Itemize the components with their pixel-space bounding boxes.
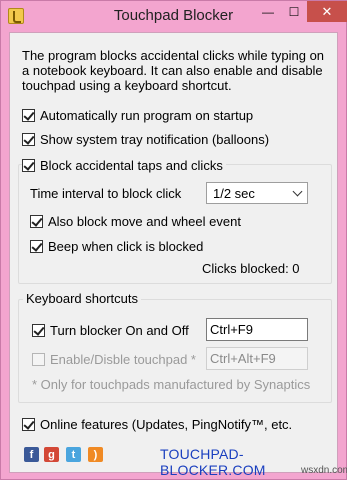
turn-blocker-option[interactable]: Turn blocker On and Off [32,323,189,338]
auto-run-label: Automatically run program on startup [40,108,254,123]
block-taps-label: Block accidental taps and clicks [40,158,223,173]
rss-icon[interactable]: ) [88,447,103,462]
close-button[interactable]: ✕ [307,1,347,22]
turn-blocker-hotkey-field[interactable]: Ctrl+F9 [206,318,308,341]
enable-touchpad-hotkey-field[interactable]: Ctrl+Alt+F9 [206,347,308,370]
minimize-button[interactable]: — [255,1,281,22]
enable-touchpad-option[interactable]: Enable/Disble touchpad * [32,352,196,367]
online-features-option[interactable]: Online features (Updates, PingNotify™, e… [22,417,334,432]
twitter-icon[interactable]: t [66,447,81,462]
time-interval-select[interactable]: 1/2 sec [206,182,308,204]
facebook-icon[interactable]: f [24,447,39,462]
time-interval-value: 1/2 sec [213,185,255,201]
block-move-wheel-label: Also block move and wheel event [48,214,241,229]
tray-notification-label: Show system tray notification (balloons) [40,132,270,147]
turn-blocker-label: Turn blocker On and Off [50,323,189,338]
description-text: The program blocks accidental clicks whi… [22,48,325,93]
block-taps-checkbox[interactable] [22,159,35,172]
online-features-checkbox[interactable] [22,418,35,431]
online-features-label: Online features (Updates, PingNotify™, e… [40,417,293,432]
turn-blocker-hotkey: Ctrl+F9 [210,322,253,337]
auto-run-checkbox[interactable] [22,109,35,122]
touchpad-blocker-window: Touchpad Blocker — ☐ ✕ The program block… [0,0,347,480]
maximize-button[interactable]: ☐ [281,1,307,22]
enable-touchpad-label: Enable/Disble touchpad * [50,352,196,367]
time-interval-label: Time interval to block click [30,186,181,201]
synaptics-note: * Only for touchpads manufactured by Syn… [32,377,311,392]
tray-notification-checkbox[interactable] [22,133,35,146]
beep-checkbox[interactable] [30,240,43,253]
chevron-down-icon [292,186,303,197]
auto-run-option[interactable]: Automatically run program on startup [22,108,253,123]
title-bar[interactable]: Touchpad Blocker — ☐ ✕ [1,1,347,31]
beep-option[interactable]: Beep when click is blocked [30,239,203,254]
enable-touchpad-checkbox[interactable] [32,353,45,366]
block-move-wheel-checkbox[interactable] [30,215,43,228]
block-move-wheel-option[interactable]: Also block move and wheel event [30,214,241,229]
clicks-blocked-text: Clicks blocked: 0 [202,261,300,276]
time-interval-text: Time interval to block click [30,186,182,201]
beep-label: Beep when click is blocked [48,239,204,254]
dialog-client-area: The program blocks accidental clicks whi… [9,32,338,478]
tray-notification-option[interactable]: Show system tray notification (balloons) [22,132,269,147]
keyboard-shortcuts-heading: Keyboard shortcuts [23,291,142,306]
enable-touchpad-hotkey: Ctrl+Alt+F9 [210,351,276,366]
turn-blocker-checkbox[interactable] [32,324,45,337]
block-taps-option[interactable]: Block accidental taps and clicks [22,158,226,173]
google-plus-icon[interactable]: g [44,447,59,462]
watermark-text: wsxdn.com [301,465,347,476]
clicks-blocked-counter: Clicks blocked: 0 [202,261,300,276]
